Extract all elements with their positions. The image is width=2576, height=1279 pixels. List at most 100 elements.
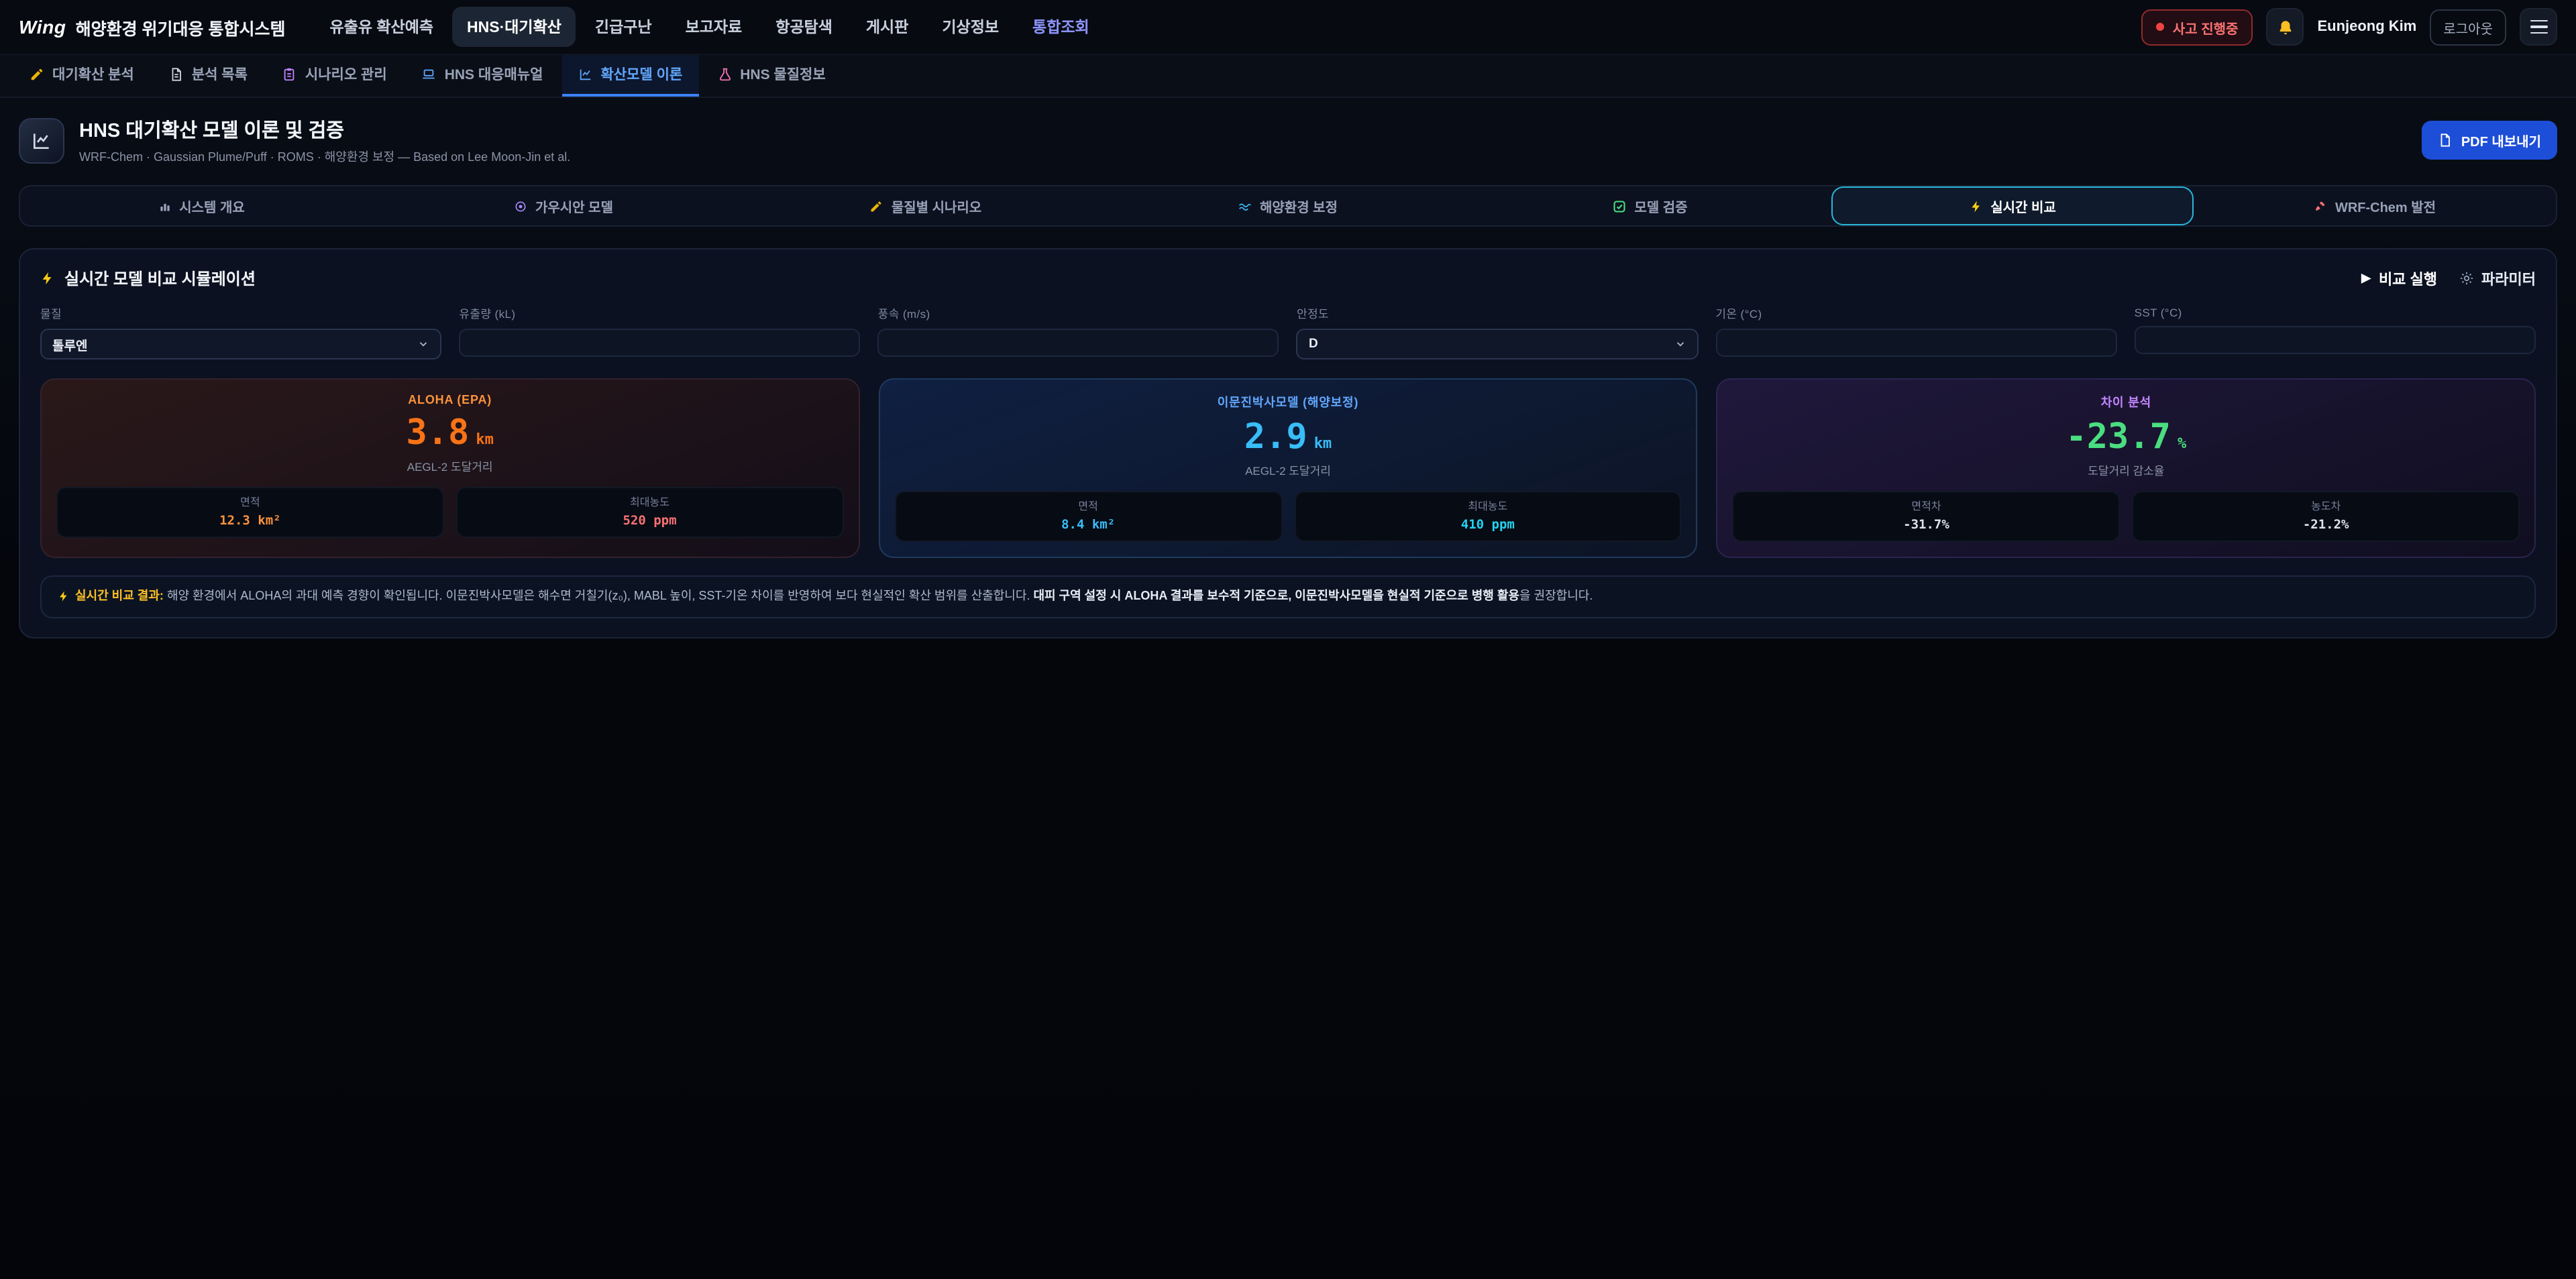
- chevron-down-icon: [1674, 338, 1686, 350]
- tab-wrf-chem[interactable]: WRF-Chem 발전: [2194, 186, 2556, 225]
- incident-label: 사고 진행중: [2173, 17, 2239, 37]
- spill-amount-input[interactable]: [459, 329, 860, 357]
- field-label: 기온 (°C): [1715, 306, 2116, 322]
- tab-substance-scenarios[interactable]: 물질별 시나리오: [745, 186, 1107, 225]
- nav-item-integrated-search[interactable]: 통합조회: [1018, 7, 1104, 47]
- subnav-item-hns-substance-info[interactable]: HNS 물질정보: [701, 55, 841, 97]
- play-icon: ▶: [2361, 271, 2371, 286]
- document-icon: [169, 67, 184, 82]
- chevron-down-icon: [417, 338, 429, 350]
- result-card-caption: 도달거리 감소율: [1733, 463, 2520, 479]
- nav-item-oil-spill[interactable]: 유출유 확산예측: [315, 7, 449, 47]
- hamburger-icon: [2530, 19, 2547, 34]
- stability-select[interactable]: D: [1297, 329, 1698, 359]
- stat-area: 면적 8.4 km²: [894, 491, 1282, 542]
- clipboard-icon: [282, 67, 297, 82]
- subnav-item-analysis-list[interactable]: 분석 목록: [153, 55, 264, 97]
- field-label: 유출량 (kL): [459, 306, 860, 322]
- result-card-stats: 면적 12.3 km² 최대농도 520 ppm: [56, 487, 843, 538]
- field-label: 풍속 (m/s): [878, 306, 1279, 322]
- nav-item-board[interactable]: 게시판: [851, 7, 924, 47]
- subnav-label: 분석 목록: [192, 64, 248, 85]
- logo-wing-mark: Wing: [19, 16, 66, 38]
- result-card-stats: 면적차 -31.7% 농도차 -21.2%: [1733, 491, 2520, 542]
- subnav-label: 대기확산 분석: [52, 64, 134, 85]
- realtime-comparison-card: 실시간 모델 비교 시뮬레이션 ▶ 비교 실행 파라미터 물질 톨루엔: [19, 248, 2557, 638]
- field-stability: 안정도 D: [1297, 306, 1698, 359]
- parameters-button[interactable]: 파라미터: [2459, 268, 2536, 289]
- page-subtitle: WRF-Chem · Gaussian Plume/Puff · ROMS · …: [79, 148, 570, 165]
- subnav-item-scenario-management[interactable]: 시나리오 관리: [266, 55, 403, 97]
- air-temperature-input[interactable]: [1715, 329, 2116, 357]
- subnav-item-hns-manual[interactable]: HNS 대응매뉴얼: [406, 55, 559, 97]
- result-card-value: -23.7%: [1733, 420, 2520, 455]
- subnav-item-model-theory[interactable]: 확산모델 이론: [561, 55, 698, 97]
- tab-label: WRF-Chem 발전: [2335, 196, 2436, 216]
- simulation-title: 실시간 모델 비교 시뮬레이션: [40, 267, 256, 290]
- tab-label: 모델 검증: [1634, 196, 1687, 216]
- tab-model-validation[interactable]: 모델 검증: [1469, 186, 1831, 225]
- pdf-export-label: PDF 내보내기: [2461, 130, 2541, 150]
- result-card-stats: 면적 8.4 km² 최대농도 410 ppm: [894, 491, 1681, 542]
- bar-chart-icon: [158, 199, 171, 213]
- bolt-icon: [58, 590, 70, 602]
- stat-max-concentration: 최대농도 410 ppm: [1294, 491, 1682, 542]
- page-title: HNS 대기확산 모델 이론 및 검증: [79, 115, 570, 144]
- incident-dot-icon: [2157, 23, 2165, 31]
- tab-marine-correction[interactable]: 해양환경 보정: [1107, 186, 1469, 225]
- tab-system-overview[interactable]: 시스템 개요: [20, 186, 382, 225]
- nav-item-emergency-rescue[interactable]: 긴급구난: [580, 7, 667, 47]
- comparison-result-note: 실시간 비교 결과: 해양 환경에서 ALOHA의 과대 예측 경향이 확인됩니…: [40, 575, 2536, 618]
- note-tail: 을 권장합니다.: [1519, 589, 1593, 602]
- wave-icon: [1238, 199, 1252, 213]
- app-logo[interactable]: Wing 해양환경 위기대응 통합시스템: [19, 14, 286, 40]
- result-card-title: 이문진박사모델 (해양보정): [894, 393, 1681, 410]
- rocket-icon: [2314, 199, 2327, 213]
- flask-icon: [717, 67, 732, 82]
- tab-gaussian-model[interactable]: 가우시안 모델: [382, 186, 745, 225]
- field-air-temperature: 기온 (°C): [1715, 306, 2116, 359]
- tab-label: 실시간 비교: [1990, 196, 2056, 216]
- nav-item-aerial-search[interactable]: 항공탐색: [761, 7, 847, 47]
- nav-item-reports[interactable]: 보고자료: [671, 7, 757, 47]
- parameter-fields: 물질 톨루엔 유출량 (kL) 풍속 (m/s) 안정도 D: [40, 306, 2536, 359]
- check-icon: [1613, 199, 1626, 213]
- sst-input[interactable]: [2135, 326, 2536, 354]
- navbar-right: 사고 진행중 Eunjeong Kim 로그아웃: [2142, 8, 2557, 46]
- menu-button[interactable]: [2520, 8, 2557, 46]
- stat-area-difference: 면적차 -31.7%: [1733, 491, 2121, 542]
- pdf-export-button[interactable]: PDF 내보내기: [2422, 121, 2557, 160]
- result-card-value: 3.8km: [56, 416, 843, 451]
- page-header-icon-tile: [19, 117, 64, 163]
- sub-navbar: 대기확산 분석 분석 목록 시나리오 관리 HNS 대응매뉴얼 확산모델 이론 …: [0, 55, 2576, 98]
- main-nav: 유출유 확산예측 HNS·대기확산 긴급구난 보고자료 항공탐색 게시판 기상정…: [315, 7, 1104, 47]
- chart-icon: [578, 67, 592, 82]
- substance-select[interactable]: 톨루엔: [40, 329, 441, 359]
- pencil-icon: [870, 199, 883, 213]
- stat-area: 면적 12.3 km²: [56, 487, 444, 538]
- simulation-actions: ▶ 비교 실행 파라미터: [2361, 268, 2536, 289]
- note-body: 해양 환경에서 ALOHA의 과대 예측 경향이 확인됩니다. 이문진박사모델은…: [164, 589, 1034, 602]
- note-emphasis: 대피 구역 설정 시 ALOHA 결과를 보수적 기준으로, 이문진박사모델을 …: [1033, 589, 1519, 602]
- wind-speed-input[interactable]: [878, 329, 1279, 357]
- result-card-caption: AEGL-2 도달거리: [56, 459, 843, 475]
- run-comparison-label: 비교 실행: [2379, 268, 2437, 289]
- result-card-moonjin-model: 이문진박사모델 (해양보정) 2.9km AEGL-2 도달거리 면적 8.4 …: [878, 378, 1697, 558]
- logout-button[interactable]: 로그아웃: [2430, 9, 2506, 45]
- subnav-label: 확산모델 이론: [600, 64, 682, 85]
- tab-label: 물질별 시나리오: [892, 196, 981, 216]
- subnav-label: 시나리오 관리: [305, 64, 387, 85]
- logo-title: 해양환경 위기대응 통합시스템: [76, 14, 286, 40]
- run-comparison-button[interactable]: ▶ 비교 실행: [2361, 268, 2437, 289]
- incident-status-badge[interactable]: 사고 진행중: [2142, 9, 2253, 45]
- laptop-icon: [422, 67, 437, 82]
- pencil-icon: [30, 67, 44, 82]
- result-card-title: 차이 분석: [1733, 393, 2520, 410]
- parameters-label: 파라미터: [2481, 268, 2536, 289]
- nav-item-hns-atmos[interactable]: HNS·대기확산: [452, 7, 576, 47]
- notifications-button[interactable]: [2266, 8, 2304, 46]
- app-root: Wing 해양환경 위기대응 통합시스템 유출유 확산예측 HNS·대기확산 긴…: [0, 0, 2576, 1279]
- tab-realtime-comparison[interactable]: 실시간 비교: [1831, 186, 2194, 225]
- nav-item-weather[interactable]: 기상정보: [927, 7, 1014, 47]
- subnav-item-dispersion-analysis[interactable]: 대기확산 분석: [13, 55, 150, 97]
